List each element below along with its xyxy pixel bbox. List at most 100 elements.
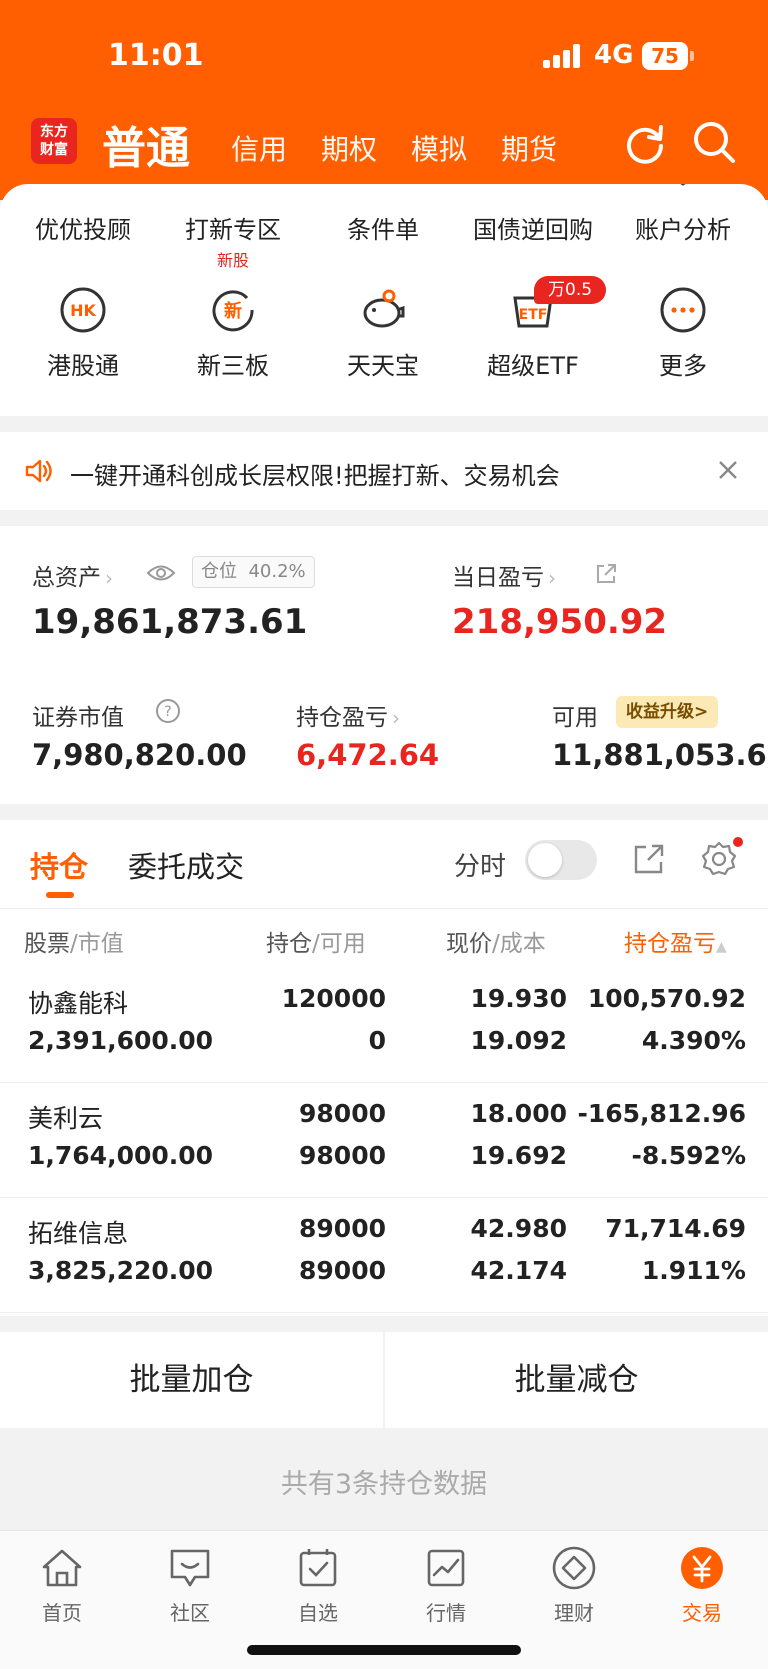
batch-reduce-button[interactable]: 批量减仓 [385,1332,768,1428]
holding-pnl: 100,570.92 [587,984,746,1013]
tabbar-trade[interactable]: 交易 [652,1545,752,1626]
table-row[interactable]: 美利云 1,764,000.00 98000 98000 18.000 19.692 -16… [0,1083,768,1198]
tab-positions[interactable]: 持仓 [30,844,88,886]
svg-text:?: ? [164,704,171,720]
tab-credit[interactable]: 信用 [231,128,287,168]
battery-tip [690,51,694,61]
shortcut-account-analysis[interactable]: 账户分析 [608,210,758,245]
holding-pnl-pct: 4.390% [641,1026,746,1055]
home-icon [42,1549,82,1587]
shortcut-adviser[interactable]: 优优投顾 [8,210,158,245]
holdings-count-text: 共有3条持仓数据 [280,1469,488,1500]
notice-text: 一键开通科创成长层权限!把握打新、交易机会 [70,462,560,490]
watchlist-icon [299,1549,337,1587]
shortcut-hk-connect[interactable]: HK 港股通 [8,286,158,381]
col-header-stock: 股票/市值 [24,931,124,957]
tabbar-market[interactable]: 行情 [396,1545,496,1626]
stock-market-value: 2,391,600.00 [28,1026,214,1055]
holding-pnl: 71,714.69 [605,1214,746,1243]
search-icon[interactable] [690,118,738,166]
market-value-label: 证券市值 [32,705,124,731]
external-link-icon[interactable] [594,562,618,586]
current-price: 19.930 [470,984,567,1013]
toggle-knob [528,843,562,877]
refresh-icon[interactable] [621,118,669,166]
eye-icon[interactable] [146,562,176,584]
diamond-icon [552,1546,596,1590]
svg-text:ETF: ETF [519,307,548,323]
col-header-price: 现价/成本 [446,931,546,957]
neeq-icon: 新 [212,290,254,332]
holding-pnl-label[interactable]: 持仓盈亏 › [296,698,400,732]
holding-pnl-value: 6,472.64 [296,738,440,772]
repo-icon [512,184,558,188]
position-available: 0 [368,1026,386,1055]
col-header-qty: 持仓/可用 [266,931,366,957]
shortcut-reverse-repo[interactable]: 国债逆回购 [458,210,608,245]
position-qty: 98000 [299,1099,386,1128]
signal-icon [543,44,583,68]
piggy-bank-icon [363,289,405,328]
table-row[interactable]: 协鑫能科 2,391,600.00 120000 0 19.930 19.092 100,5… [0,968,768,1083]
conditional-order-icon [360,184,406,188]
yield-upgrade-badge[interactable]: 收益升级> [616,696,719,728]
batch-add-button[interactable]: 批量加仓 [0,1332,383,1428]
svg-text:HK: HK [70,301,96,320]
analysis-icon [680,184,686,186]
holding-pnl: -165,812.96 [577,1099,746,1128]
tab-options[interactable]: 期权 [321,128,377,168]
hk-icon: HK [60,287,106,333]
total-assets-value: 19,861,873.61 [32,602,308,642]
yuan-icon [681,1547,723,1589]
close-icon[interactable] [714,456,742,484]
notice-bar[interactable]: 一键开通科创成长层权限!把握打新、交易机会 [0,432,768,510]
stock-name: 拓维信息 [28,1219,129,1248]
adviser-icon [60,184,106,188]
intraday-toggle[interactable] [525,840,597,880]
shortcut-more[interactable]: 更多 [608,286,758,381]
intraday-label: 分时 [454,852,507,882]
table-row[interactable]: 拓维信息 3,825,220.00 89000 89000 42.980 42.174 71… [0,1198,768,1313]
market-value: 7,980,820.00 [32,738,247,772]
available-value: 11,881,053.61 [552,738,768,772]
current-price: 42.980 [470,1214,567,1243]
shortcut-ipo[interactable]: 打新专区 新股 [158,210,308,271]
current-price: 18.000 [470,1099,567,1128]
tab-simulation[interactable]: 模拟 [411,128,467,168]
shortcut-conditional-order[interactable]: 条件单 [308,210,458,245]
tab-orders[interactable]: 委托成交 [128,844,244,886]
available-label: 可用 [552,705,598,731]
daily-pnl-label[interactable]: 当日盈亏 › [452,558,556,592]
tabbar-watchlist[interactable]: 自选 [268,1545,368,1626]
stock-name: 美利云 [28,1104,104,1133]
batch-actions: 批量加仓 批量减仓 [0,1332,768,1428]
asset-summary: 总资产 › 仓位 40.2% 19,861,873.61 当日盈亏 › 218,95… [0,526,768,804]
account-type-nav: 东方 财富 普通 信用 期权 模拟 期货 [0,110,768,182]
tab-futures[interactable]: 期货 [501,128,557,168]
home-indicator [247,1645,521,1655]
total-assets-label[interactable]: 总资产 › [32,558,113,592]
status-bar: 11:01 4G 75 [0,0,768,110]
col-header-pnl[interactable]: 持仓盈亏▲ [624,924,727,958]
cost-price: 19.692 [470,1141,567,1170]
help-icon[interactable]: ? [155,698,181,724]
tabbar-community[interactable]: 社区 [140,1545,240,1626]
gear-icon[interactable] [700,840,738,878]
position-qty: 89000 [299,1214,386,1243]
app-logo: 东方 财富 [31,118,77,164]
notification-dot [733,837,743,847]
status-time: 11:01 [108,38,204,73]
position-available: 89000 [299,1256,386,1285]
tabbar-wealth[interactable]: 理财 [524,1545,624,1626]
more-icon [660,287,706,333]
tabbar-home[interactable]: 首页 [12,1545,112,1626]
daily-pnl-value: 218,950.92 [452,602,668,642]
holdings-panel: 持仓 委托成交 分时 股票/市值 持仓/可用 现价/成本 持仓盈亏▲ 协鑫能科 2… [0,820,768,1316]
market-chart-icon [427,1549,465,1587]
shortcut-tiantianbao[interactable]: 天天宝 [308,286,458,381]
tab-normal[interactable]: 普通 [102,112,190,176]
position-qty: 120000 [281,984,386,1013]
holding-pnl-pct: 1.911% [641,1256,746,1285]
share-icon[interactable] [632,842,666,876]
shortcut-neeq[interactable]: 新 新三板 [158,286,308,381]
